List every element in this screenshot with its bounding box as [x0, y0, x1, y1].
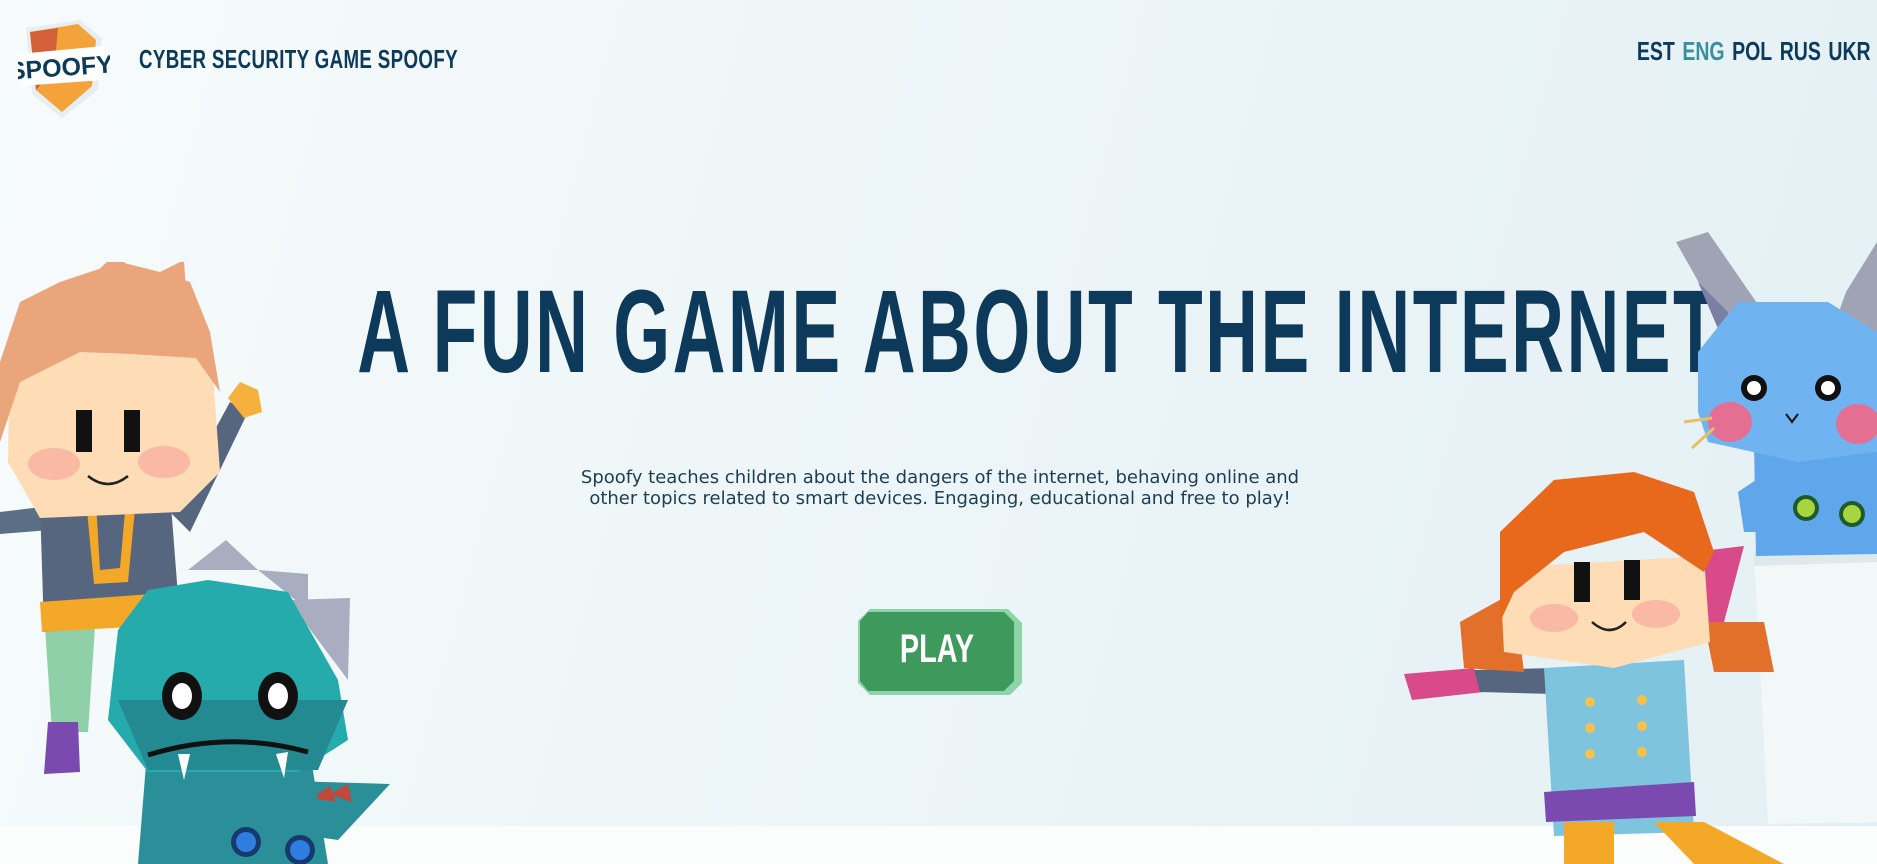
hero-description: Spoofy teaches children about the danger… — [580, 467, 1300, 509]
language-switcher: EST ENG POL RUS UKR — [1630, 36, 1871, 67]
girl-character — [1404, 472, 1784, 864]
lang-ukr[interactable]: UKR — [1829, 36, 1871, 67]
spoofy-logo[interactable]: SPOOFY — [8, 20, 114, 120]
hero-title: A FUN GAME ABOUT THE INTERNET! — [357, 266, 1748, 398]
lang-eng[interactable]: ENG — [1683, 36, 1725, 67]
play-button[interactable]: PLAY — [858, 609, 1022, 695]
play-label: PLAY — [899, 627, 975, 671]
site-title[interactable]: CYBER SECURITY GAME SPOOFY — [139, 44, 458, 75]
page: SPOOFY CYBER SECURITY GAME SPOOFY EST EN… — [0, 0, 1877, 864]
lang-rus[interactable]: RUS — [1780, 36, 1821, 67]
lang-est[interactable]: EST — [1637, 36, 1675, 67]
dinosaur-character — [108, 540, 390, 864]
lang-pol[interactable]: POL — [1732, 36, 1772, 67]
